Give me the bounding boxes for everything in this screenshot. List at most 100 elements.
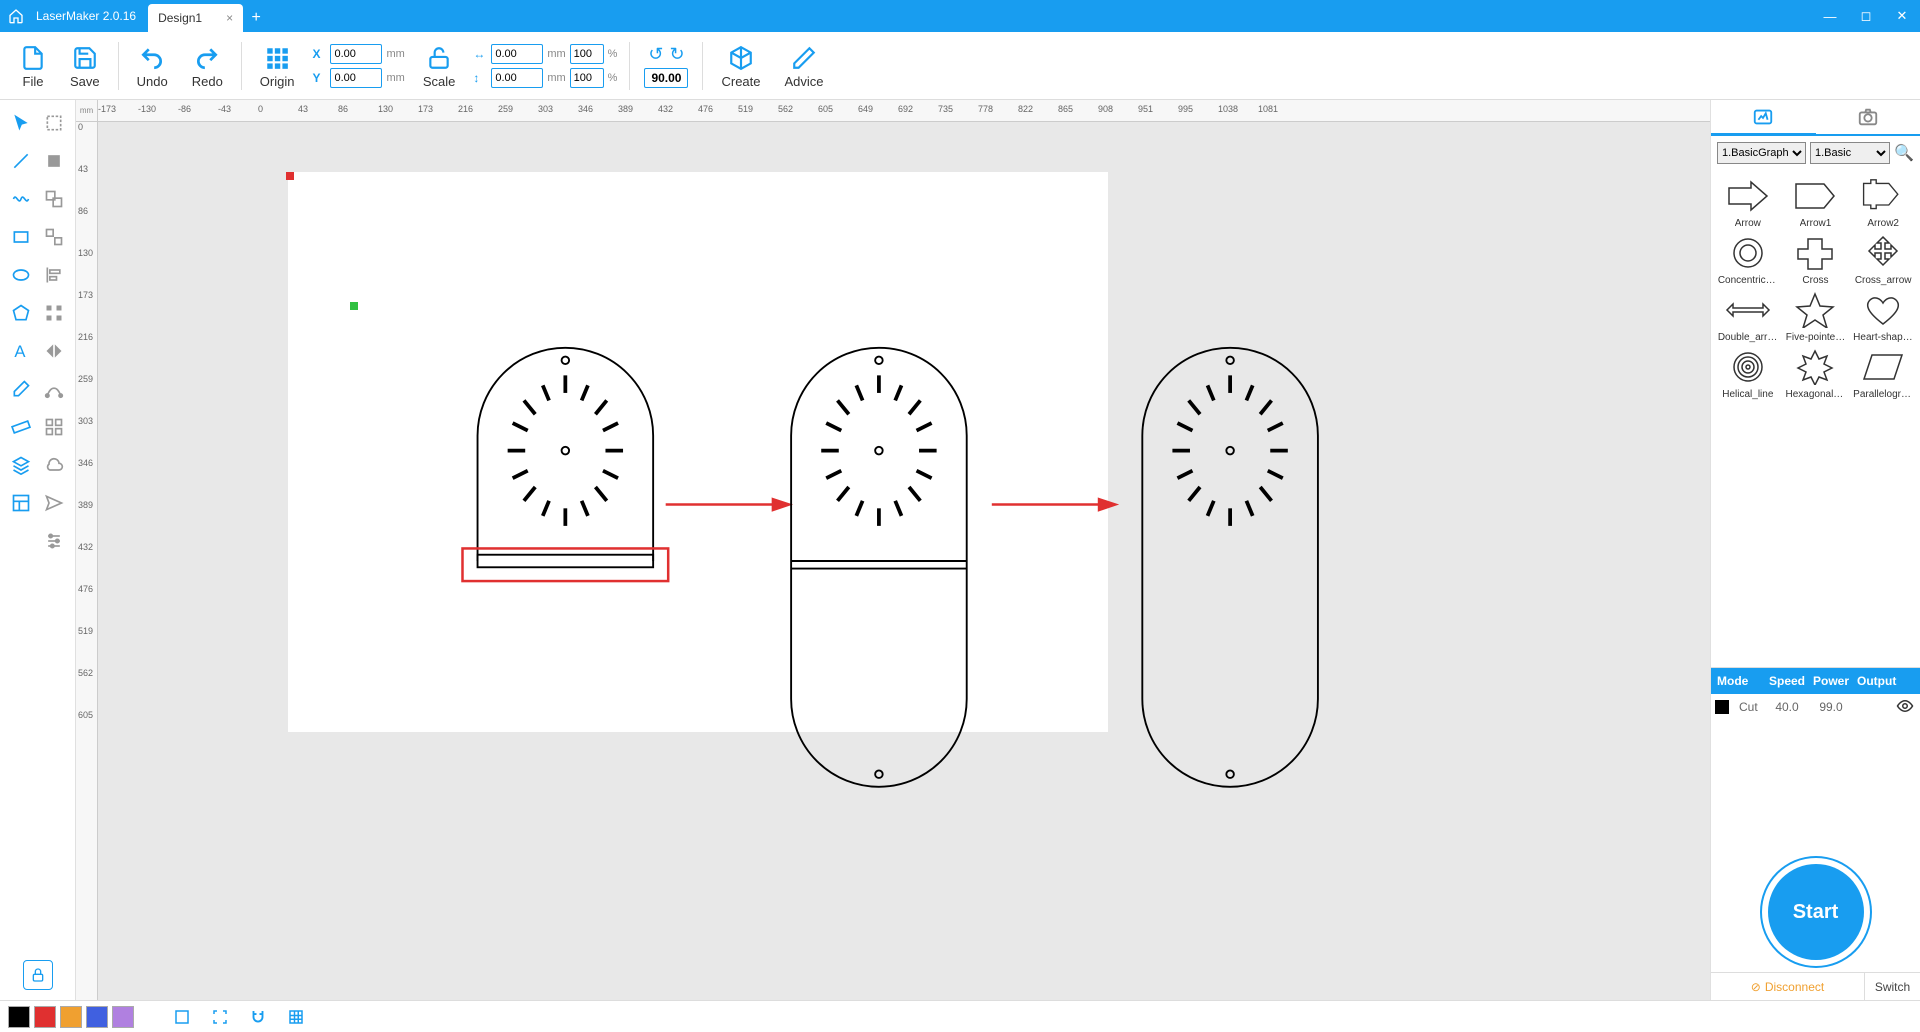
shape-arrow[interactable]: Arrow (1715, 174, 1781, 229)
shape-label: Heart-shaped (1853, 332, 1913, 343)
switch-button[interactable]: Switch (1864, 973, 1920, 1000)
ungroup-tool[interactable] (40, 223, 68, 251)
rotation-input[interactable]: 90.00 (644, 68, 688, 88)
undo-icon (139, 42, 165, 74)
magnet-button[interactable] (244, 1003, 272, 1031)
redo-button[interactable]: Redo (180, 32, 235, 99)
shape-concentric-[interactable]: Concentric_… (1715, 231, 1781, 286)
grid-button[interactable] (282, 1003, 310, 1031)
y-input[interactable] (330, 68, 382, 88)
maximize-button[interactable]: ◻ (1848, 0, 1884, 32)
ruler-tool[interactable] (7, 413, 35, 441)
send-tool[interactable] (40, 489, 68, 517)
shape-label: Arrow2 (1867, 218, 1899, 229)
width-input[interactable] (491, 44, 543, 64)
shape-arrow1[interactable]: Arrow1 (1783, 174, 1849, 229)
category2-select[interactable]: 1.Basic (1810, 142, 1890, 164)
lock-button[interactable] (23, 960, 53, 990)
start-button[interactable]: Start (1768, 864, 1864, 960)
shape-label: Arrow (1735, 218, 1761, 229)
shape-label: Hexagonal_… (1785, 389, 1845, 400)
group-tool[interactable] (40, 185, 68, 213)
height-icon: ↕ (473, 71, 487, 85)
layer-row[interactable]: Cut 40.0 99.0 (1711, 694, 1920, 720)
rect-tool[interactable] (7, 223, 35, 251)
close-button[interactable]: ✕ (1884, 0, 1920, 32)
shape-parallelogram[interactable]: Parallelogram (1850, 345, 1916, 400)
layer-power: 99.0 (1809, 700, 1853, 714)
library-tab[interactable] (1711, 100, 1816, 136)
fill-tool[interactable] (40, 147, 68, 175)
path-edit-tool[interactable] (40, 375, 68, 403)
tab-label: Design1 (158, 11, 202, 25)
file-button[interactable]: File (8, 32, 58, 99)
create-button[interactable]: Create (709, 32, 772, 99)
line-tool[interactable] (7, 147, 35, 175)
marquee-tool[interactable] (40, 109, 68, 137)
shape-helical-line[interactable]: Helical_line (1715, 345, 1781, 400)
tab-close-icon[interactable]: × (226, 11, 233, 25)
camera-tab[interactable] (1816, 100, 1920, 134)
ruler-unit: mm (76, 100, 98, 122)
x-input[interactable] (330, 44, 382, 64)
mirror-tool[interactable] (40, 337, 68, 365)
scale-button[interactable]: Scale (411, 32, 468, 99)
eraser-tool[interactable] (7, 375, 35, 403)
layers-tool[interactable] (7, 451, 35, 479)
layer-speed: 40.0 (1765, 700, 1809, 714)
save-button[interactable]: Save (58, 32, 112, 99)
color-chip-1[interactable] (34, 1006, 56, 1028)
layer-hdr-speed: Speed (1763, 674, 1807, 688)
advice-button[interactable]: Advice (773, 32, 836, 99)
array-tool[interactable] (40, 413, 68, 441)
color-chip-2[interactable] (60, 1006, 82, 1028)
polygon-tool[interactable] (7, 299, 35, 327)
settings-tool[interactable] (40, 527, 68, 555)
shape-arrow2[interactable]: Arrow2 (1850, 174, 1916, 229)
minimize-button[interactable]: — (1812, 0, 1848, 32)
tab-design1[interactable]: Design1 × (148, 4, 243, 32)
shape-five-pointe-[interactable]: Five-pointe… (1783, 288, 1849, 343)
origin-button[interactable]: Origin (248, 32, 307, 99)
layout-tool[interactable] (7, 489, 35, 517)
align-left-tool[interactable] (40, 261, 68, 289)
curve-tool[interactable] (7, 185, 35, 213)
shape-hexagonal-[interactable]: Hexagonal_… (1783, 345, 1849, 400)
shape-cross-arrow[interactable]: Cross_arrow (1850, 231, 1916, 286)
color-chip-0[interactable] (8, 1006, 30, 1028)
category1-select[interactable]: 1.BasicGraph (1717, 142, 1806, 164)
main-toolbar: File Save Undo Redo Origin X mm Y mm Sca… (0, 32, 1920, 100)
shape-double-arrow[interactable]: Double_arrow (1715, 288, 1781, 343)
shape-label: Cross (1802, 275, 1828, 286)
height-input[interactable] (491, 68, 543, 88)
search-icon[interactable]: 🔍 (1894, 143, 1914, 163)
shape-label: Double_arrow (1718, 332, 1778, 343)
shape-heart-shaped[interactable]: Heart-shaped (1850, 288, 1916, 343)
height-pct-input[interactable] (570, 68, 604, 88)
select-tool[interactable] (7, 109, 35, 137)
shape-label: Helical_line (1722, 389, 1773, 400)
new-tab-button[interactable]: + (243, 4, 269, 32)
shape-cross[interactable]: Cross (1783, 231, 1849, 286)
color-chip-4[interactable] (112, 1006, 134, 1028)
focus-button[interactable] (206, 1003, 234, 1031)
home-icon[interactable] (0, 8, 32, 24)
ellipse-tool[interactable] (7, 261, 35, 289)
connection-status[interactable]: ⊘ Disconnect (1711, 973, 1864, 1000)
color-chip-3[interactable] (86, 1006, 108, 1028)
distribute-tool[interactable] (40, 299, 68, 327)
rotate-cw-icon[interactable]: ↻ (669, 44, 684, 65)
text-tool[interactable]: A (7, 337, 35, 365)
frame-button[interactable] (168, 1003, 196, 1031)
cloud-tool[interactable] (40, 451, 68, 479)
app-name: LaserMaker 2.0.16 (32, 9, 148, 23)
width-pct-input[interactable] (570, 44, 604, 64)
layer-hdr-output: Output (1851, 674, 1902, 688)
undo-button[interactable]: Undo (125, 32, 180, 99)
width-icon: ↔ (473, 47, 487, 61)
rotate-ccw-icon[interactable]: ↺ (648, 44, 663, 65)
canvas-area[interactable]: mm -173-130-86-4304386130173216259303346… (76, 100, 1710, 1000)
layer-hdr-mode: Mode (1711, 674, 1763, 688)
file-icon (20, 42, 46, 74)
visibility-icon[interactable] (1890, 697, 1920, 718)
